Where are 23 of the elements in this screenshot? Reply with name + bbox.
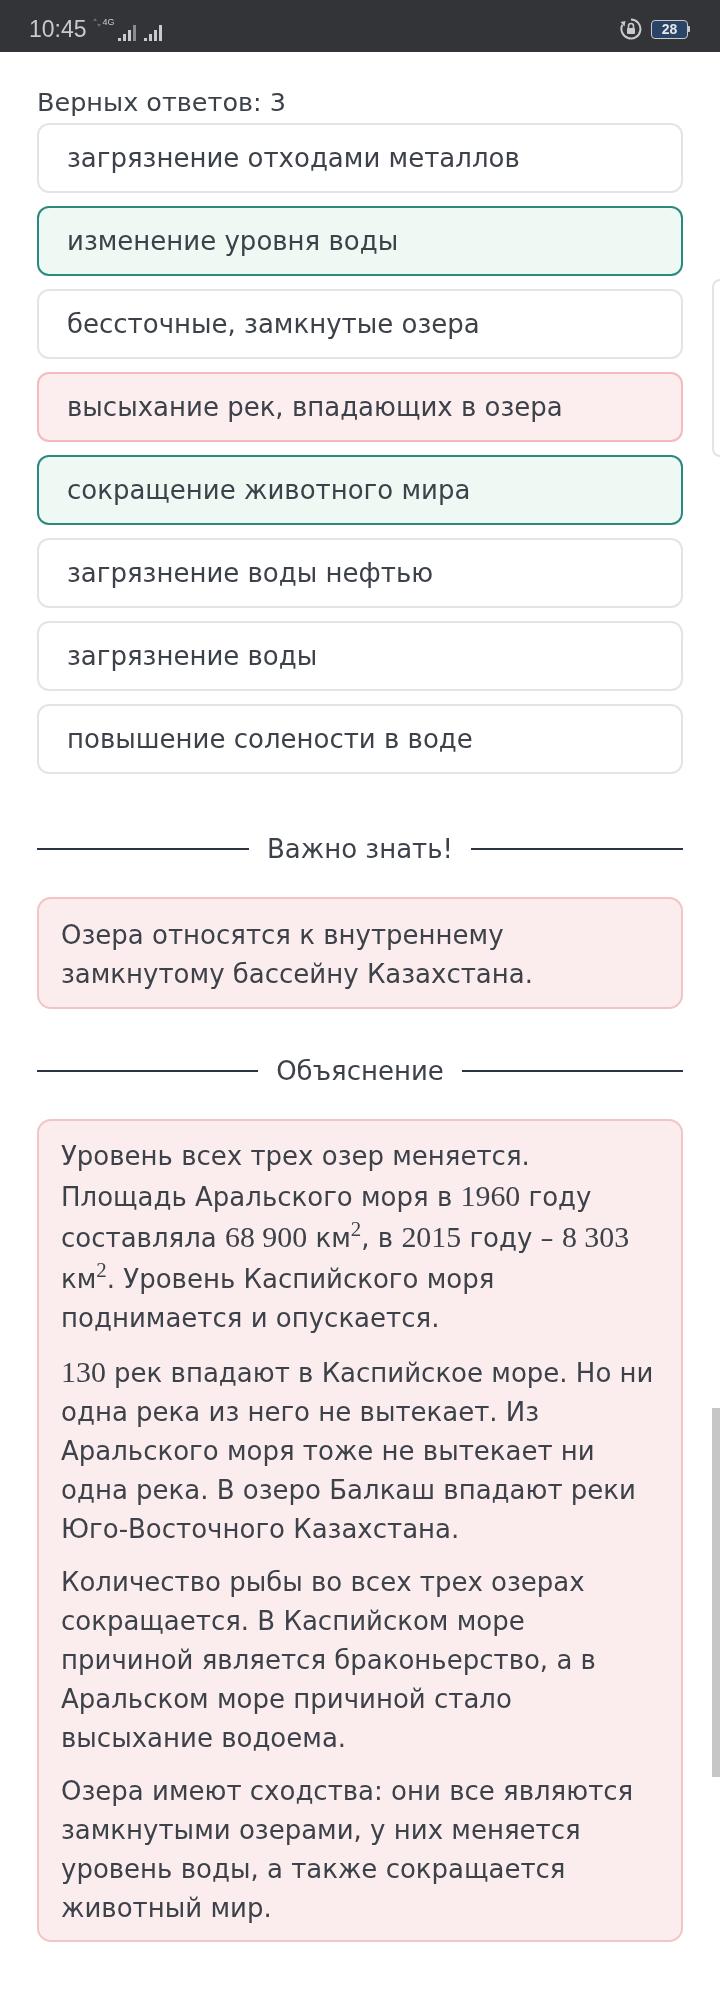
data-arrows-icon [92,18,101,27]
note-text: Озера относятся к внутреннему замкнутому бассейну Казахстана. [61,919,534,991]
section-heading: Важно знать! [266,833,454,866]
section-heading: Объяснение [275,1055,445,1088]
signal-icon [117,25,136,41]
clock-time: 10:45 [29,16,87,42]
battery-percent: 28 [661,22,678,36]
explanation-paragraph: Озера имеют сходства: они все являются замкнутыми озерами, у них меняется уровень воды, а также сокращается животный мир. [61,1775,635,1925]
answer-option[interactable]: высыхание рек, впадающих в озера [37,372,683,442]
answer-option[interactable]: бессточные, замкнутые озера [37,289,683,359]
answer-option[interactable]: сокращение животного мира [37,455,683,525]
answer-option[interactable]: загрязнение воды нефтью [37,538,683,608]
answer-option[interactable]: изменение уровня воды [37,206,683,276]
answer-option[interactable]: загрязнение воды [37,621,683,691]
explanation-paragraph: Уровень всех трех озер меняется. Площадь Аральского моря в 1960 году составляла 68 900 км$^{2}$, в 2015 году – 8 303 км$^{2}$. Уровень Каспийского моря поднимается и опускается. [61,1140,631,1335]
network-type-label: 4G [102,17,115,27]
answer-option[interactable]: повышение солености в воде [37,704,683,774]
answer-option[interactable]: загрязнение отходами металлов [37,123,683,193]
explanation-paragraph: 130 рек впадают в Каспийское море. Но ни одна река из него не вытекает. Из Аральского моря тоже не вытекает ни одна река. В озеро Балкаш впадают реки Юго-Восточного Казахстана. [61,1354,655,1546]
correct-answers-count: Верных ответов: 3 [37,86,287,119]
rotation-lock-icon [620,18,642,40]
signal-icon [143,25,162,41]
explanation-paragraph: Количество рыбы во всех трех озерах сокращается. В Каспийском море причиной является браконьерство, а в Аральском море причиной стало высыхание водоема. [61,1566,597,1755]
